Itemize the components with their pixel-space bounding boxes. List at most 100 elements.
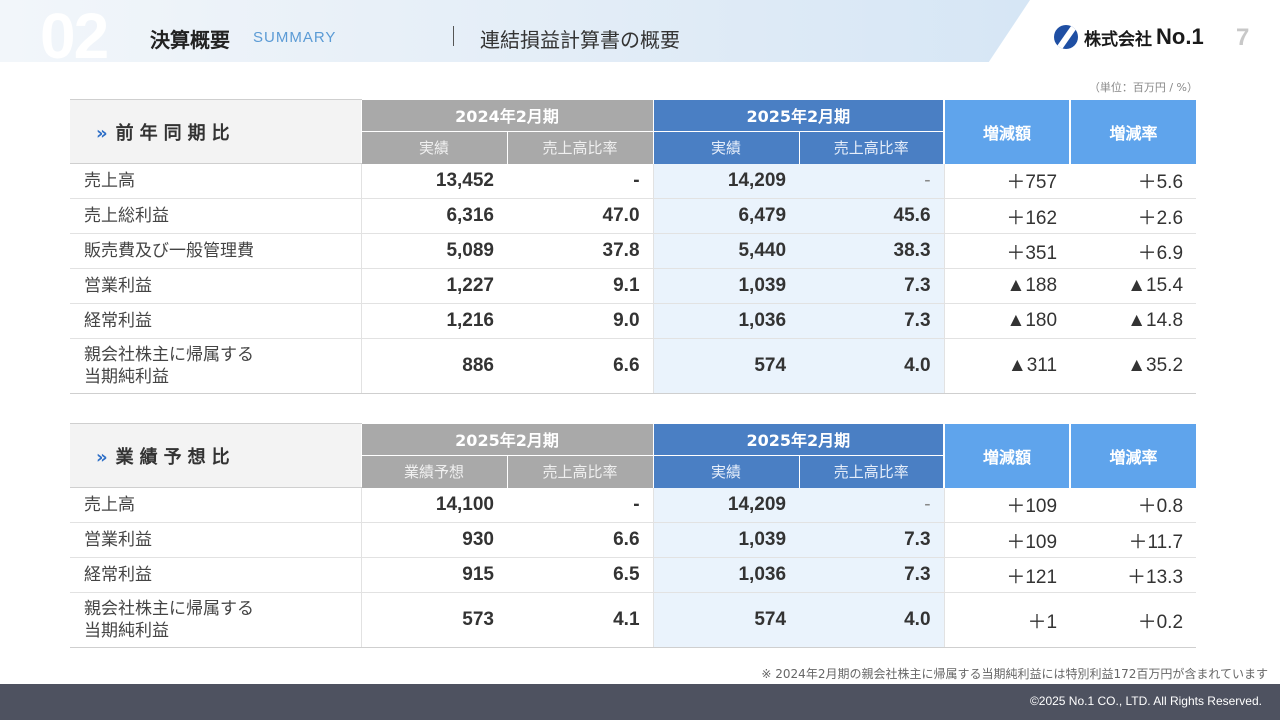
row-label-line1: 親会社株主に帰属する (84, 345, 254, 365)
diff-amount: ▲188 (944, 268, 1071, 304)
diff-amount: ＋162 (944, 198, 1071, 234)
prev-ratio: 37.8 (507, 233, 654, 269)
cur-ratio: 7.3 (799, 557, 945, 593)
cur-ratio: 38.3 (799, 233, 945, 269)
cur-period-header: 2025年2月期 (652, 423, 945, 456)
table-row: 売上高 13,452 - 14,209 - ＋757 ＋5.6 (70, 163, 1197, 199)
title-divider (453, 26, 454, 46)
diff-rate: ＋6.9 (1070, 233, 1197, 269)
cur-ratio-header: 売上高比率 (798, 131, 945, 164)
row-label: 経常利益 (70, 303, 362, 339)
forecast-ratio: 4.1 (507, 592, 654, 648)
diff-amount: ▲311 (944, 338, 1071, 394)
cur-ratio: 7.3 (799, 303, 945, 339)
section-title: 決算概要 (150, 28, 230, 52)
row-label: 販売費及び一般管理費 (70, 233, 362, 269)
diff-amount: ＋351 (944, 233, 1071, 269)
row-label: 親会社株主に帰属する 当期純利益 (70, 592, 362, 648)
row-label-line1: 親会社株主に帰属する (84, 599, 254, 619)
unit-note: （単位：百万円 / %） (1088, 81, 1198, 94)
cur-value: 6,479 (653, 198, 800, 234)
diff-amount: ＋109 (944, 487, 1071, 523)
copyright: ©2025 No.1 CO., LTD. All Rights Reserved… (1029, 694, 1262, 708)
row-label: 経常利益 (70, 557, 362, 593)
page-number: 7 (1236, 24, 1250, 51)
prev-value: 5,089 (361, 233, 507, 269)
table-label-text: 業績予想比 (115, 446, 236, 468)
forecast-value: 930 (361, 522, 507, 558)
prev-value: 1,227 (361, 268, 507, 304)
diff-rate: ▲15.4 (1070, 268, 1197, 304)
cur-ratio: 45.6 (799, 198, 945, 234)
forecast-comparison-table: » 業績予想比 2025年2月期 2025年2月期 増減額 増減率 業績予想 売上… (70, 423, 1197, 648)
row-label: 売上高 (70, 163, 362, 199)
forecast-header: 業績予想 (360, 455, 507, 488)
forecast-ratio: - (507, 487, 654, 523)
logo-no: No.1 (1156, 24, 1204, 49)
cur-value: 1,039 (653, 268, 800, 304)
table-row: 営業利益 930 6.6 1,039 7.3 ＋109 ＋11.7 (70, 522, 1197, 558)
prev-period-header: 2024年2月期 (360, 99, 654, 132)
diff-rate-header: 増減率 (1069, 423, 1197, 488)
prev-ratio: 6.6 (507, 338, 654, 394)
logo-text: 株式会社 (1084, 29, 1152, 50)
table-label: » 前年同期比 (70, 99, 361, 164)
table-row: 親会社株主に帰属する 当期純利益 886 6.6 574 4.0 ▲311 ▲35… (70, 338, 1197, 394)
diff-rate: ＋11.7 (1070, 522, 1197, 558)
logo-mark-icon (1054, 25, 1078, 49)
row-label: 営業利益 (70, 522, 362, 558)
table-row: 営業利益 1,227 9.1 1,039 7.3 ▲188 ▲15.4 (70, 268, 1197, 304)
prev-ratio-header: 売上高比率 (506, 131, 654, 164)
diff-amount: ＋1 (944, 592, 1071, 648)
cur-ratio: 7.3 (799, 522, 945, 558)
diff-amount: ＋121 (944, 557, 1071, 593)
row-label: 売上総利益 (70, 198, 362, 234)
diff-amount: ▲180 (944, 303, 1071, 339)
slide-footer: ©2025 No.1 CO., LTD. All Rights Reserved… (0, 684, 1280, 720)
cur-value: 14,209 (653, 487, 800, 523)
cur-ratio: 4.0 (799, 338, 945, 394)
prev-ratio: 47.0 (507, 198, 654, 234)
table-row: 親会社株主に帰属する 当期純利益 573 4.1 574 4.0 ＋1 ＋0.2 (70, 592, 1197, 648)
prev-value: 13,452 (361, 163, 507, 199)
cur-ratio: - (799, 163, 945, 199)
cur-value: 574 (653, 592, 800, 648)
table-row: 経常利益 1,216 9.0 1,036 7.3 ▲180 ▲14.8 (70, 303, 1197, 339)
row-label: 売上高 (70, 487, 362, 523)
cur-value: 1,036 (653, 557, 800, 593)
diff-rate: ＋2.6 (1070, 198, 1197, 234)
forecast-value: 573 (361, 592, 507, 648)
diff-amount: ＋757 (944, 163, 1071, 199)
page-heading: 連結損益計算書の概要 (480, 28, 680, 52)
yoy-comparison-table: » 前年同期比 2024年2月期 2025年2月期 増減額 増減率 実績 売上高比… (70, 99, 1197, 394)
diff-rate: ▲35.2 (1070, 338, 1197, 394)
chevron-right-icon: » (96, 122, 108, 144)
cur-actual-header: 実績 (652, 455, 800, 488)
footnote: ※ 2024年2月期の親会社株主に帰属する当期純利益には特別利益172百万円が含… (761, 667, 1268, 681)
cur-value: 14,209 (653, 163, 800, 199)
company-logo: 株式会社 No.1 (1054, 24, 1204, 50)
cur-period-header: 2025年2月期 (652, 99, 945, 132)
table-row: 売上総利益 6,316 47.0 6,479 45.6 ＋162 ＋2.6 (70, 198, 1197, 234)
cur-ratio-header: 売上高比率 (798, 455, 945, 488)
section-subtitle: SUMMARY (253, 29, 337, 46)
forecast-ratio: 6.6 (507, 522, 654, 558)
cur-ratio: 4.0 (799, 592, 945, 648)
forecast-value: 915 (361, 557, 507, 593)
table-label-text: 前年同期比 (115, 122, 236, 144)
prev-value: 886 (361, 338, 507, 394)
row-label: 親会社株主に帰属する 当期純利益 (70, 338, 362, 394)
diff-rate: ＋0.8 (1070, 487, 1197, 523)
row-label-line2: 当期純利益 (84, 621, 169, 641)
prev-ratio: - (507, 163, 654, 199)
prev-actual-header: 実績 (360, 131, 507, 164)
row-label: 営業利益 (70, 268, 362, 304)
diff-amount: ＋109 (944, 522, 1071, 558)
cur-ratio: 7.3 (799, 268, 945, 304)
prev-ratio: 9.1 (507, 268, 654, 304)
prev-value: 1,216 (361, 303, 507, 339)
diff-rate: ▲14.8 (1070, 303, 1197, 339)
cur-value: 574 (653, 338, 800, 394)
forecast-value: 14,100 (361, 487, 507, 523)
prev-value: 6,316 (361, 198, 507, 234)
